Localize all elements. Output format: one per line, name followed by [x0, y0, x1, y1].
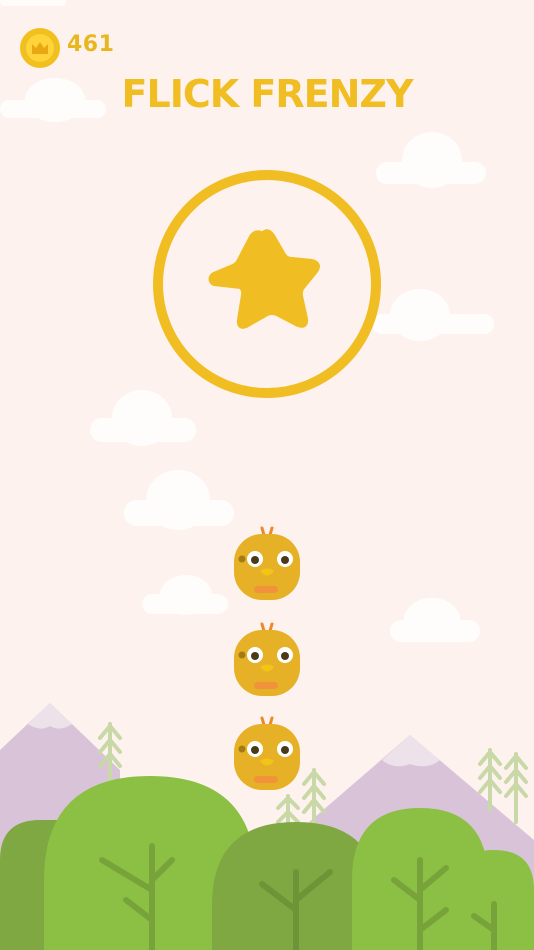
chick-character: [234, 716, 300, 790]
chick-character: [234, 622, 300, 696]
landscape: [0, 703, 534, 950]
pine-tree: [504, 752, 528, 824]
game-scene: 461 FLICK FRENZY: [0, 0, 534, 950]
chick-character: [234, 526, 300, 600]
